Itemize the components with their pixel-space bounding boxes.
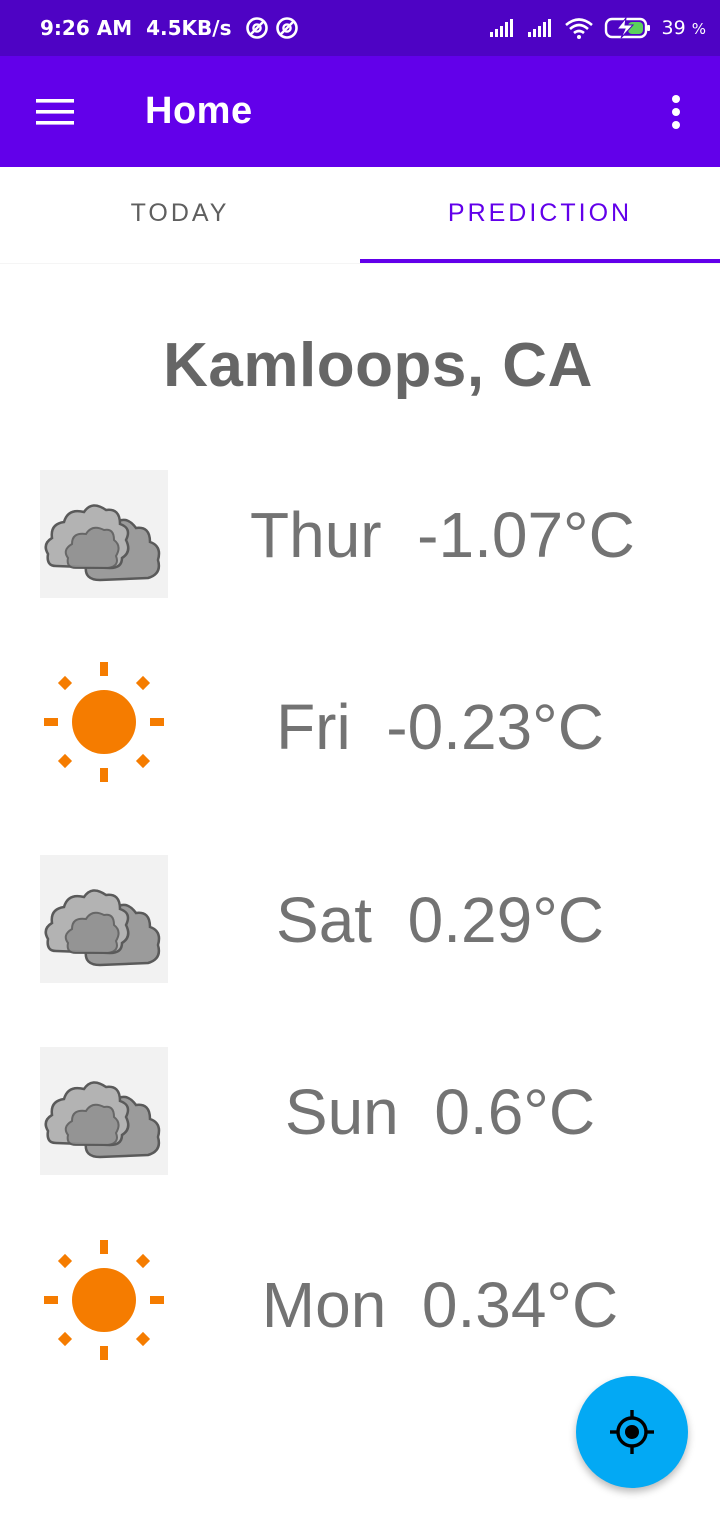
- sunny-icon: [40, 662, 168, 790]
- forecast-row: Mon 0.34°C: [0, 1230, 720, 1380]
- status-time: 9:26 AM: [40, 16, 133, 40]
- forecast-label: Fri -0.23°C: [276, 691, 604, 763]
- tab-today-label: TODAY: [130, 198, 230, 227]
- menu-button[interactable]: [30, 92, 82, 132]
- wifi-icon: [564, 18, 593, 39]
- cloudy-icon: [40, 855, 168, 983]
- data-saver-icon: [246, 17, 269, 39]
- battery-charging-icon: [604, 16, 650, 39]
- forecast-row: Sat 0.29°C: [0, 845, 720, 995]
- forecast-label: Thur -1.07°C: [250, 499, 635, 571]
- cloudy-icon: [40, 1047, 168, 1175]
- status-left: 9:26 AM 4.5KB/s: [40, 16, 299, 40]
- network-speed: 4.5KB/s: [146, 16, 232, 40]
- sunny-icon: [40, 1240, 168, 1368]
- status-right: 39 %: [488, 16, 707, 40]
- tab-prediction[interactable]: PREDICTION: [360, 167, 720, 263]
- overflow-menu-button[interactable]: [656, 90, 696, 134]
- hamburger-menu-icon: [36, 99, 74, 125]
- status-notification-icons: [245, 16, 299, 40]
- app-bar: Home: [0, 56, 720, 167]
- forecast-label: Sun 0.6°C: [284, 1076, 596, 1148]
- forecast-row: Sun 0.6°C: [0, 1037, 720, 1187]
- app-bar-title: Home: [145, 90, 253, 132]
- data-saver-icon: [276, 17, 299, 39]
- tab-indicator: [360, 259, 720, 263]
- cell-signal-icon: [527, 19, 551, 37]
- cloudy-icon: [40, 470, 168, 598]
- forecast-row: Fri -0.23°C: [0, 652, 720, 802]
- tab-today[interactable]: TODAY: [0, 167, 360, 263]
- tab-prediction-label: PREDICTION: [447, 198, 633, 227]
- status-bar: 9:26 AM 4.5KB/s 39 %: [0, 0, 720, 56]
- forecast-label: Sat 0.29°C: [276, 884, 604, 956]
- cell-signal-icon: [489, 19, 513, 37]
- forecast-row: Thur -1.07°C: [0, 460, 720, 610]
- forecast-label: Mon 0.34°C: [261, 1269, 619, 1341]
- location-title: Kamloops, CA: [163, 331, 593, 400]
- battery-unit: %: [691, 20, 706, 38]
- battery-level: 39: [661, 17, 686, 39]
- my-location-button[interactable]: [576, 1376, 688, 1488]
- my-location-icon: [610, 1410, 654, 1454]
- more-vert-icon: [672, 95, 680, 129]
- battery-percentage: 39 %: [662, 17, 707, 39]
- tab-bar: TODAY PREDICTION: [0, 167, 720, 263]
